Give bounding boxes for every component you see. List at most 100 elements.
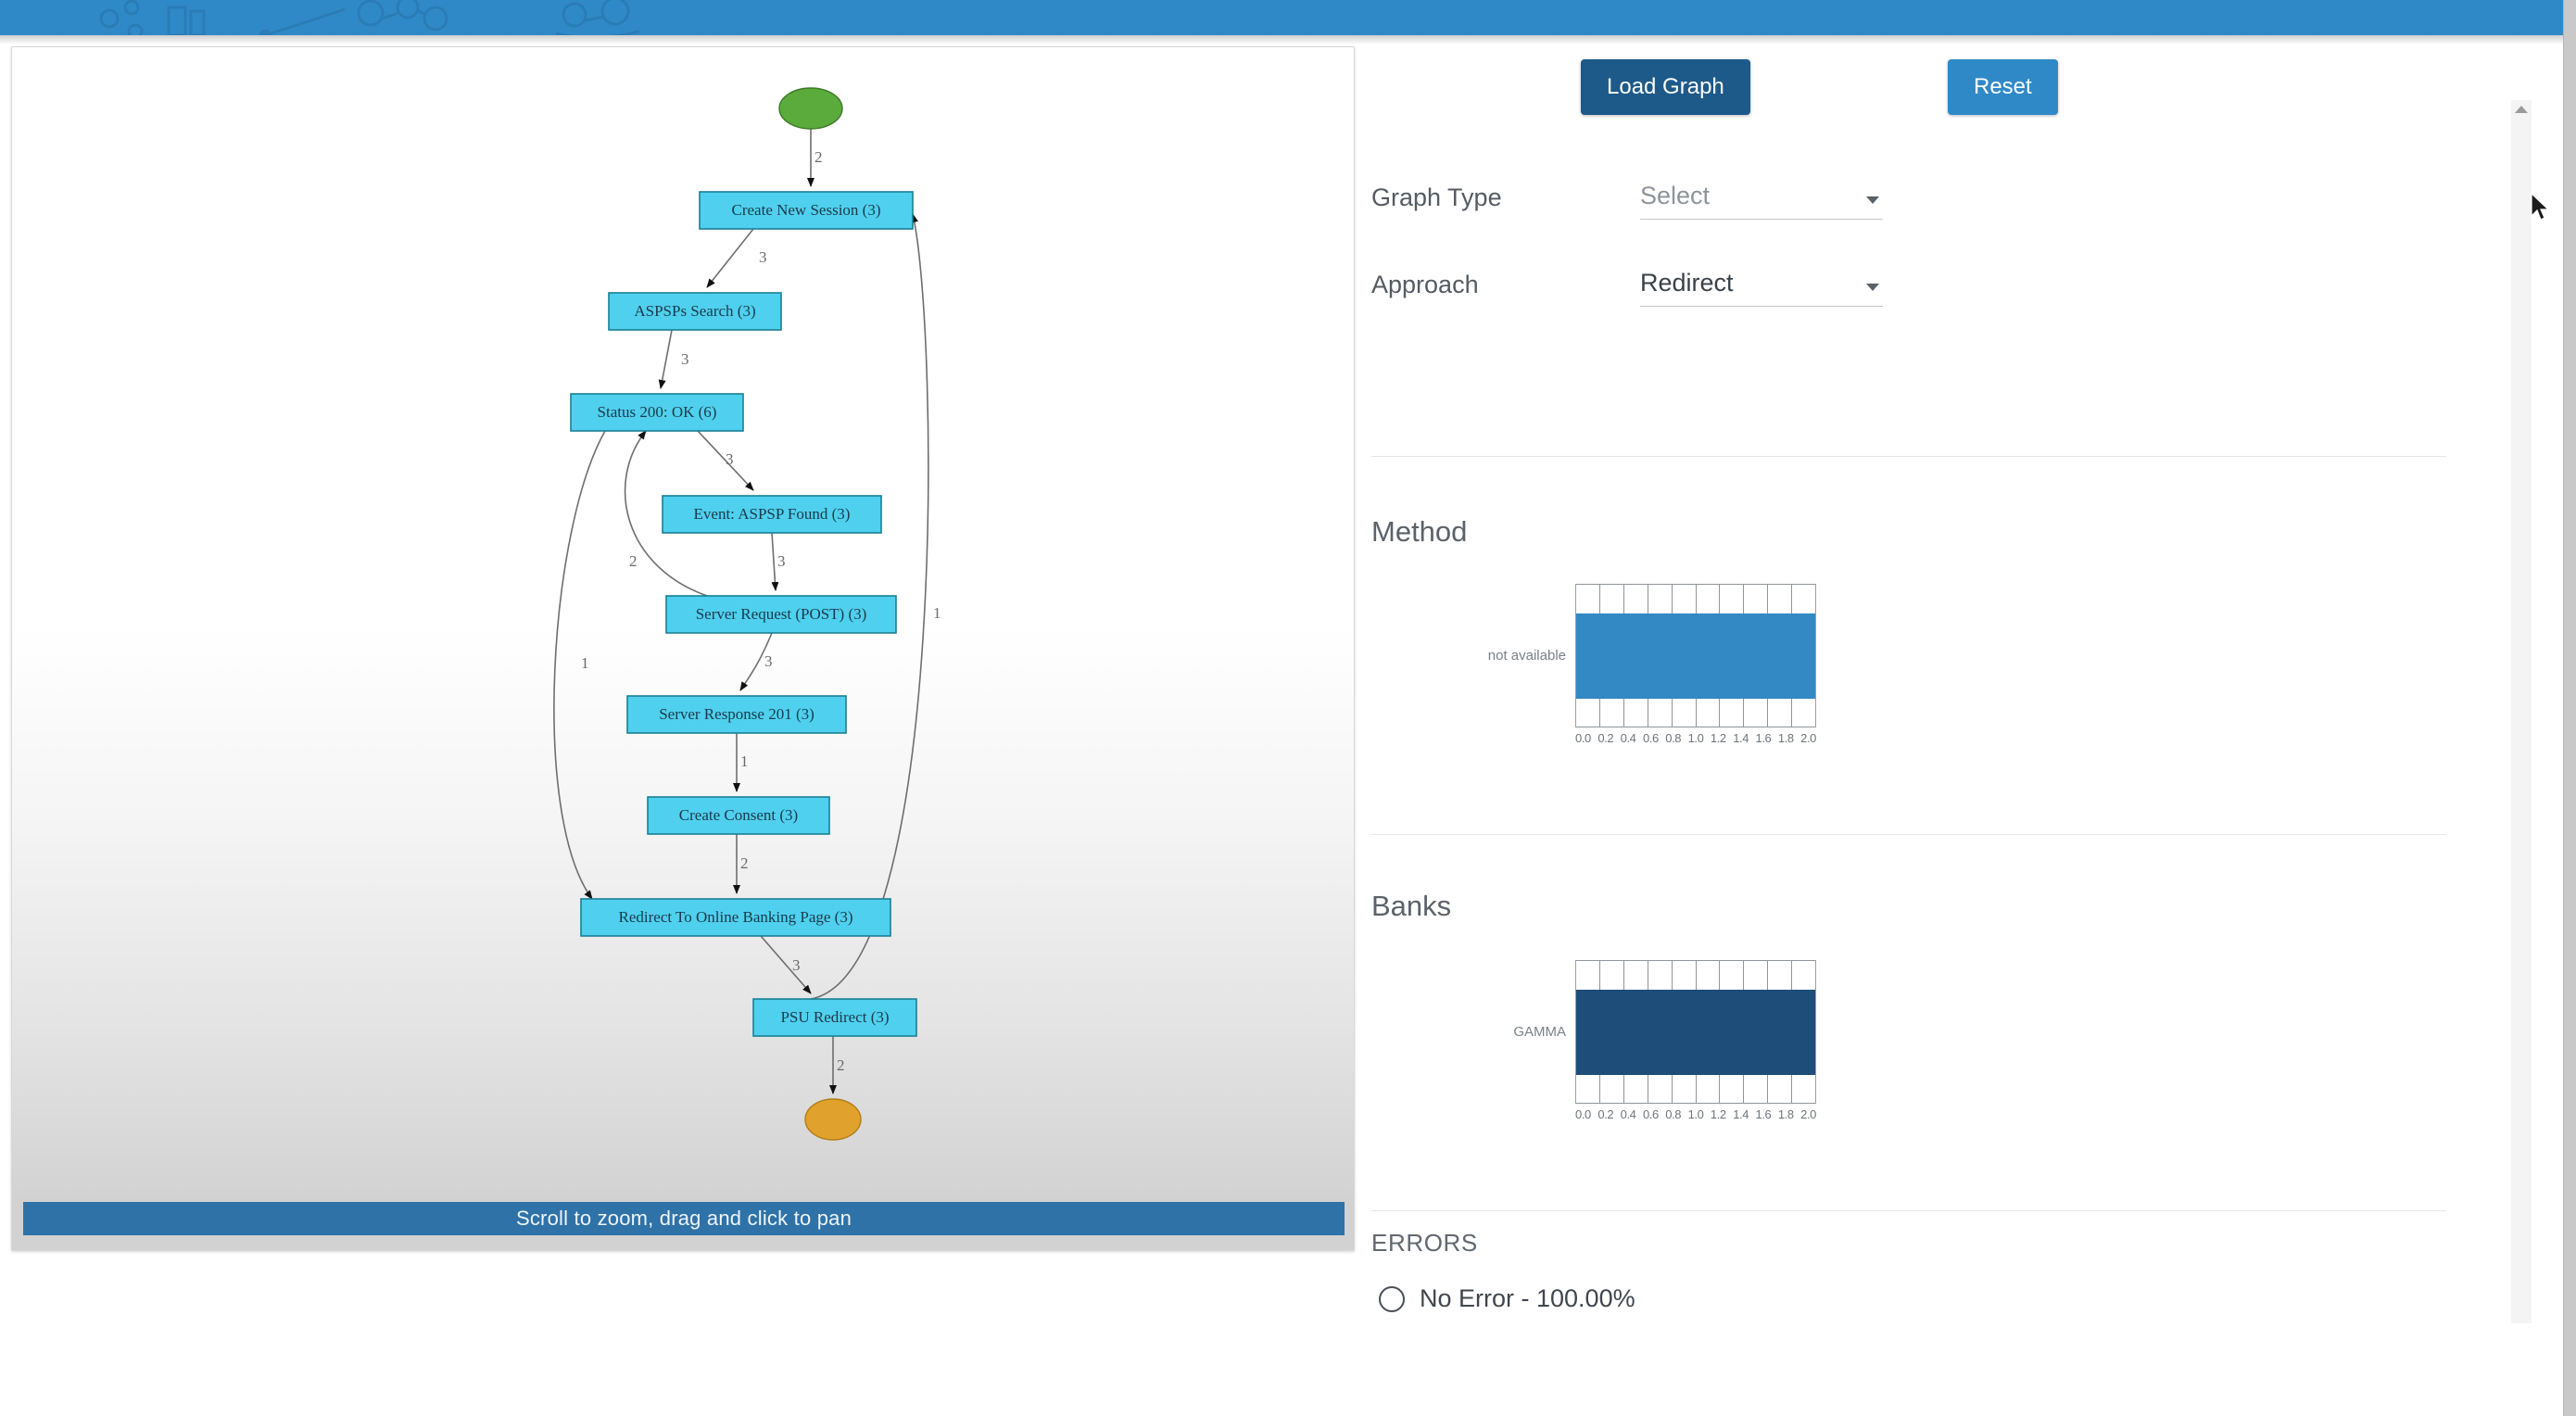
method-bar bbox=[1576, 613, 1815, 699]
method-plot-area bbox=[1575, 584, 1816, 727]
method-bar-chart: not available 0.0 0.2 0.4 0.6 0.8 1.0 1.2 1.4 1.… bbox=[1427, 584, 1816, 745]
divider bbox=[1371, 834, 2446, 835]
scroll-up-arrow-icon[interactable] bbox=[2515, 106, 2528, 113]
svg-text:Create Consent (3): Create Consent (3) bbox=[679, 806, 798, 824]
graph-edge-label: 1 bbox=[740, 752, 749, 770]
banks-axis-ticks: 0.0 0.2 0.4 0.6 0.8 1.0 1.2 1.4 1.6 1.8 2.0 bbox=[1575, 1104, 1816, 1121]
axis-tick-label: 1.2 bbox=[1710, 1107, 1726, 1121]
mouse-cursor-icon bbox=[2531, 193, 2550, 221]
graph-edge-label: 2 bbox=[837, 1056, 845, 1074]
graph-edge-label: 1 bbox=[933, 604, 941, 622]
axis-tick-label: 0.6 bbox=[1642, 731, 1659, 745]
approach-label: Approach bbox=[1371, 271, 1479, 298]
axis-tick-label: 1.4 bbox=[1733, 1107, 1749, 1121]
graph-pan-zoom-hint: Scroll to zoom, drag and click to pan bbox=[23, 1202, 1345, 1235]
graph-edge-label: 3 bbox=[764, 652, 773, 670]
graph-edge-label: 1 bbox=[581, 654, 589, 672]
error-list-item[interactable]: No Error - 100.00% bbox=[1379, 1284, 1635, 1313]
axis-tick-label: 0.2 bbox=[1597, 731, 1614, 745]
graph-node-aspsps-search[interactable]: ASPSPs Search (3) bbox=[608, 292, 782, 331]
method-category-label: not available bbox=[1487, 648, 1566, 664]
graph-edge-status-200-to-redirect-page bbox=[553, 430, 606, 900]
graph-type-value: Select bbox=[1640, 182, 1711, 209]
svg-text:Server Request (POST) (3): Server Request (POST) (3) bbox=[696, 605, 867, 623]
banks-category-label: GAMMA bbox=[1513, 1024, 1566, 1040]
graph-edge-label: 3 bbox=[792, 956, 801, 974]
axis-tick-label: 1.0 bbox=[1687, 1107, 1704, 1121]
graph-node-create-consent[interactable]: Create Consent (3) bbox=[647, 796, 830, 835]
svg-text:ASPSPs Search (3): ASPSPs Search (3) bbox=[634, 302, 755, 320]
axis-tick-label: 0.4 bbox=[1620, 731, 1636, 745]
banks-bar-chart: GAMMA 0.0 0.2 0.4 0.6 0.8 1.0 1.2 1.4 1.6 1.8 2.0 bbox=[1427, 960, 1816, 1121]
graph-edge-label: 3 bbox=[759, 248, 767, 266]
axis-tick-label: 1.4 bbox=[1733, 731, 1749, 745]
graph-type-label: Graph Type bbox=[1371, 183, 1502, 211]
axis-tick-label: 0.2 bbox=[1597, 1107, 1614, 1121]
axis-tick-label: 0.4 bbox=[1620, 1107, 1636, 1121]
axis-tick-label: 1.8 bbox=[1777, 1107, 1794, 1121]
svg-text:Redirect To Online Banking Pag: Redirect To Online Banking Page (3) bbox=[619, 908, 853, 926]
approach-row: Approach Redirect bbox=[1371, 269, 1883, 307]
error-item-label: No Error - 100.00% bbox=[1420, 1284, 1635, 1312]
app-bar bbox=[0, 0, 2576, 35]
axis-tick-label: 1.6 bbox=[1755, 1107, 1772, 1121]
graph-edge-event-aspsp-found-to-server-request bbox=[771, 532, 779, 591]
graph-edge-label: 3 bbox=[777, 552, 786, 570]
graph-edge-label: 3 bbox=[726, 450, 734, 468]
chevron-down-icon bbox=[1866, 196, 1879, 204]
window-right-edge bbox=[2563, 0, 2576, 1416]
load-graph-button[interactable]: Load Graph bbox=[1581, 59, 1750, 115]
divider bbox=[1371, 1210, 2446, 1211]
svg-text:PSU Redirect (3): PSU Redirect (3) bbox=[780, 1008, 889, 1026]
graph-node-psu-redirect[interactable]: PSU Redirect (3) bbox=[752, 998, 917, 1037]
process-graph-panel[interactable]: 2 3 3 3 3 3 1 2 3 2 2 1 1 Create New Ses… bbox=[11, 46, 1355, 1251]
app-bar-shadow bbox=[0, 35, 2576, 44]
graph-edge-redirect-page-to-psu-redirect bbox=[760, 935, 812, 994]
svg-text:Status 200: OK (6): Status 200: OK (6) bbox=[598, 403, 717, 421]
divider bbox=[1371, 456, 2446, 457]
graph-edge-label: 2 bbox=[629, 552, 638, 570]
graph-edge-label: 2 bbox=[740, 854, 749, 872]
axis-tick-label: 0.6 bbox=[1642, 1107, 1659, 1121]
banks-plot-area bbox=[1575, 960, 1816, 1104]
method-axis-ticks: 0.0 0.2 0.4 0.6 0.8 1.0 1.2 1.4 1.6 1.8 2.0 bbox=[1575, 727, 1816, 745]
graph-end-node[interactable] bbox=[804, 1098, 862, 1141]
graph-node-status-200-ok[interactable]: Status 200: OK (6) bbox=[570, 393, 744, 432]
action-button-row: Load Graph Reset bbox=[1371, 44, 2502, 124]
svg-text:Server Response 201 (3): Server Response 201 (3) bbox=[659, 705, 814, 723]
axis-tick-label: 2.0 bbox=[1800, 731, 1816, 745]
graph-edge-aspsps-search-to-status-200 bbox=[658, 329, 673, 389]
app-bar-decoration-icon bbox=[99, 0, 640, 35]
process-graph-svg[interactable]: 2 3 3 3 3 3 1 2 3 2 2 1 1 Create New Ses… bbox=[12, 47, 1355, 1206]
axis-tick-label: 2.0 bbox=[1800, 1107, 1816, 1121]
graph-start-node[interactable] bbox=[778, 87, 843, 130]
graph-edge-label: 3 bbox=[681, 350, 689, 368]
axis-tick-label: 1.2 bbox=[1710, 731, 1726, 745]
graph-node-create-new-session[interactable]: Create New Session (3) bbox=[699, 191, 914, 230]
approach-value: Redirect bbox=[1640, 269, 1734, 297]
radio-button-icon[interactable] bbox=[1379, 1285, 1405, 1312]
approach-select[interactable]: Redirect bbox=[1640, 269, 1883, 307]
axis-tick-label: 1.6 bbox=[1755, 731, 1772, 745]
errors-section-title: ERRORS bbox=[1371, 1229, 1478, 1257]
chevron-down-icon bbox=[1866, 284, 1879, 291]
graph-type-row: Graph Type Select bbox=[1371, 182, 1883, 220]
banks-bar bbox=[1576, 990, 1815, 1075]
axis-tick-label: 1.8 bbox=[1777, 731, 1794, 745]
graph-node-redirect-to-online-banking-page[interactable]: Redirect To Online Banking Page (3) bbox=[580, 898, 891, 937]
graph-node-server-response-201[interactable]: Server Response 201 (3) bbox=[626, 695, 847, 734]
graph-type-select[interactable]: Select bbox=[1640, 182, 1883, 220]
svg-text:Event: ASPSP Found (3): Event: ASPSP Found (3) bbox=[694, 505, 851, 523]
axis-tick-label: 1.0 bbox=[1687, 731, 1704, 745]
axis-tick-label: 0.8 bbox=[1665, 731, 1682, 745]
graph-node-server-request-post[interactable]: Server Request (POST) (3) bbox=[665, 595, 897, 634]
graph-edge-create-new-session-to-aspsps-search bbox=[706, 228, 754, 288]
reset-button[interactable]: Reset bbox=[1948, 59, 2058, 115]
vertical-scrollbar[interactable] bbox=[2511, 100, 2532, 1323]
banks-section-title: Banks bbox=[1371, 890, 1452, 922]
graph-node-event-aspsp-found[interactable]: Event: ASPSP Found (3) bbox=[662, 495, 882, 534]
axis-tick-label: 0.0 bbox=[1575, 1107, 1591, 1121]
method-section-title: Method bbox=[1371, 515, 1468, 548]
axis-tick-label: 0.8 bbox=[1665, 1107, 1682, 1121]
control-panel: Load Graph Reset Graph Type Select Appro… bbox=[1371, 44, 2502, 1323]
